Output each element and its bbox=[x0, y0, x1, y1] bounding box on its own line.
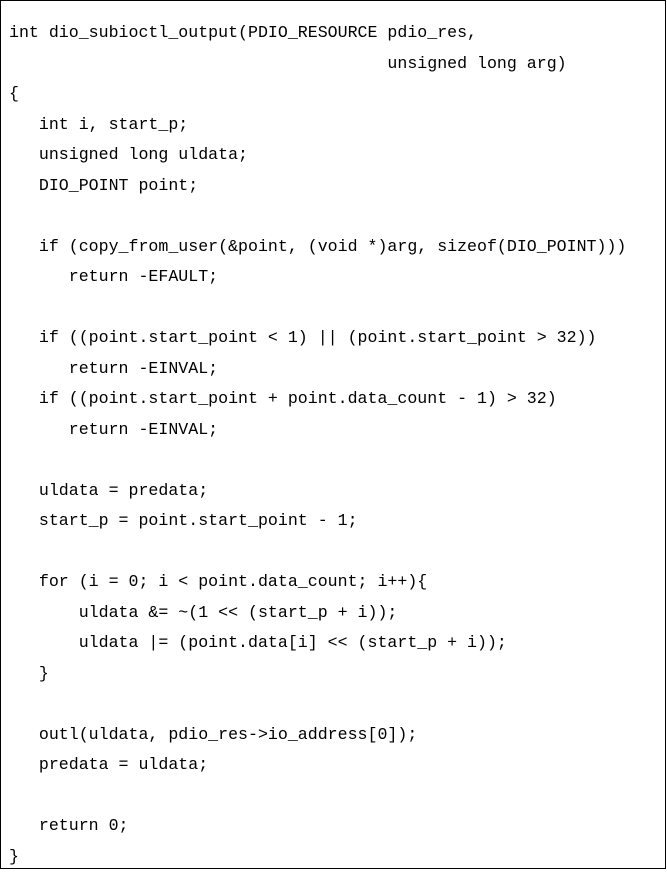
code-line: return -EINVAL; bbox=[9, 354, 626, 385]
code-line: { bbox=[9, 79, 626, 110]
code-line: predata = uldata; bbox=[9, 750, 626, 781]
code-line: DIO_POINT point; bbox=[9, 171, 626, 202]
code-listing-frame: int dio_subioctl_output(PDIO_RESOURCE pd… bbox=[0, 0, 666, 869]
code-line bbox=[9, 781, 626, 812]
code-line: for (i = 0; i < point.data_count; i++){ bbox=[9, 567, 626, 598]
code-line bbox=[9, 293, 626, 324]
code-line: int dio_subioctl_output(PDIO_RESOURCE pd… bbox=[9, 18, 626, 49]
code-line: if (copy_from_user(&point, (void *)arg, … bbox=[9, 232, 626, 263]
code-line: if ((point.start_point < 1) || (point.st… bbox=[9, 323, 626, 354]
code-line: outl(uldata, pdio_res->io_address[0]); bbox=[9, 720, 626, 751]
code-line: unsigned long arg) bbox=[9, 49, 626, 80]
code-line: unsigned long uldata; bbox=[9, 140, 626, 171]
code-line: int i, start_p; bbox=[9, 110, 626, 141]
code-line: } bbox=[9, 842, 626, 872]
code-line: uldata |= (point.data[i] << (start_p + i… bbox=[9, 628, 626, 659]
code-line: return 0; bbox=[9, 811, 626, 842]
code-line: start_p = point.start_point - 1; bbox=[9, 506, 626, 537]
code-line: uldata = predata; bbox=[9, 476, 626, 507]
code-line: return -EINVAL; bbox=[9, 415, 626, 446]
code-line bbox=[9, 537, 626, 568]
code-line bbox=[9, 689, 626, 720]
code-line bbox=[9, 445, 626, 476]
code-block: int dio_subioctl_output(PDIO_RESOURCE pd… bbox=[9, 18, 626, 872]
code-line bbox=[9, 201, 626, 232]
code-line: } bbox=[9, 659, 626, 690]
code-line: return -EFAULT; bbox=[9, 262, 626, 293]
code-line: if ((point.start_point + point.data_coun… bbox=[9, 384, 626, 415]
code-line: uldata &= ~(1 << (start_p + i)); bbox=[9, 598, 626, 629]
